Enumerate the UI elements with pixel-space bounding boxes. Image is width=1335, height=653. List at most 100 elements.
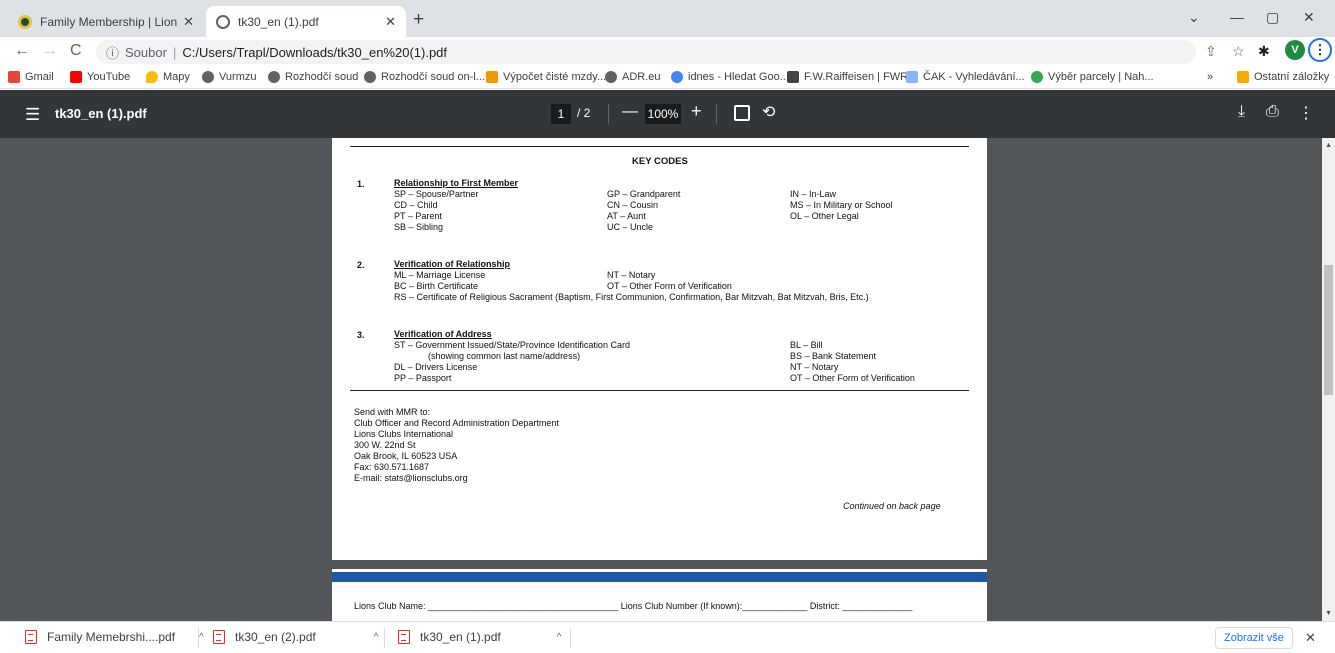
code-item: MS – In Military or School <box>790 200 893 210</box>
code-item: PP – Passport <box>394 373 452 383</box>
address-scheme: Soubor <box>125 44 167 60</box>
share-icon[interactable]: ⇪ <box>1205 43 1217 60</box>
bookmark-vyber-parcely[interactable]: Výběr parcely | Nah... <box>1031 71 1154 83</box>
scrollbar-thumb[interactable] <box>1324 265 1333 395</box>
zoom-in-button[interactable]: + <box>691 101 702 122</box>
bookmark-mapy[interactable]: Mapy <box>146 71 190 83</box>
address-line: Oak Brook, IL 60523 USA <box>354 451 458 461</box>
zoom-input[interactable]: 100% <box>645 104 681 124</box>
bookmark-vurmzu[interactable]: Vurmzu <box>202 71 257 83</box>
chevron-up-icon[interactable]: ^ <box>557 632 562 643</box>
pdf-viewer[interactable]: KEY CODES 1. Relationship to First Membe… <box>0 138 1335 621</box>
tab-search-icon[interactable]: ⌄ <box>1188 9 1200 26</box>
address-line: E-mail: stats@lionsclubs.org <box>354 473 468 483</box>
download-filename: tk30_en (1).pdf <box>420 630 501 644</box>
lions-logo-icon <box>18 14 32 29</box>
code-item: IN – In-Law <box>790 189 837 199</box>
section-number: 2. <box>357 260 365 270</box>
code-item: CN – Cousin <box>607 200 659 210</box>
code-item: SB – Sibling <box>394 222 444 232</box>
bookmark-adr[interactable]: ADR.eu <box>605 71 661 83</box>
show-all-downloads-button[interactable]: Zobrazit vše <box>1215 627 1293 649</box>
code-item: CD – Child <box>394 200 438 210</box>
bookmark-rozhodci-soud[interactable]: Rozhodčí soud <box>268 71 358 83</box>
restore-button[interactable]: ▢ <box>1266 9 1279 26</box>
code-item: OL – Other Legal <box>790 211 859 221</box>
chevron-up-icon[interactable]: ^ <box>374 632 379 643</box>
pdf-file-icon <box>398 630 410 644</box>
address-url[interactable]: C:/Users/Trapl/Downloads/tk30_en%20(1).p… <box>182 45 447 60</box>
hamburger-menu-icon[interactable]: ☰ <box>25 105 40 125</box>
divider <box>570 628 571 648</box>
download-icon[interactable]: ⤓ <box>1238 103 1245 121</box>
page-total: / 2 <box>577 106 591 120</box>
code-item: NT – Notary <box>790 362 839 372</box>
page-number-input[interactable]: 1 <box>551 104 571 124</box>
bookmark-rozhodci-soud-online[interactable]: Rozhodčí soud on-l... <box>364 71 485 83</box>
bookmarks-overflow-button[interactable]: » <box>1207 71 1213 83</box>
section-title: Verification of Address <box>394 329 492 339</box>
forward-button[interactable]: → <box>42 42 58 60</box>
close-window-button[interactable]: ✕ <box>1303 9 1315 26</box>
bookmark-gmail[interactable]: Gmail <box>8 71 54 83</box>
chevron-up-icon[interactable]: ^ <box>199 632 204 643</box>
close-downloads-bar-button[interactable]: ✕ <box>1305 630 1316 646</box>
code-item: RS – Certificate of Religious Sacrament … <box>394 292 869 302</box>
globe-icon <box>268 71 280 83</box>
tab-close-icon[interactable]: ✕ <box>183 14 194 30</box>
tab-family-membership[interactable]: Family Membership | Lions Clubs ✕ <box>8 6 204 37</box>
calculator-icon <box>486 71 498 83</box>
tab-pdf[interactable]: tk30_en (1).pdf ✕ <box>206 6 406 37</box>
document-icon <box>906 71 918 83</box>
new-tab-button[interactable]: + <box>413 9 424 31</box>
scroll-up-icon[interactable]: ▲ <box>1325 142 1332 149</box>
fit-page-icon[interactable] <box>734 105 750 121</box>
cadastre-icon <box>1031 71 1043 83</box>
scrollbar[interactable]: ▲ ▼ <box>1322 138 1335 621</box>
bookmark-cak[interactable]: ČAK - Vyhledávání... <box>906 71 1025 83</box>
divider <box>350 146 969 147</box>
globe-icon <box>364 71 376 83</box>
code-item: OT – Other Form of Verification <box>790 373 915 383</box>
section-title: Relationship to First Member <box>394 178 519 188</box>
gmail-icon <box>8 71 20 83</box>
section-number: 3. <box>357 330 365 340</box>
profile-avatar[interactable]: V <box>1285 40 1305 60</box>
back-button[interactable]: ← <box>14 42 30 60</box>
download-item[interactable]: Family Memebrshi....pdf ^ <box>25 630 204 644</box>
browser-menu-button[interactable]: ⋮ <box>1308 38 1332 62</box>
folder-icon <box>1237 71 1249 83</box>
scroll-down-icon[interactable]: ▼ <box>1325 610 1332 617</box>
code-item-note: (showing common last name/address) <box>428 351 581 361</box>
google-icon <box>671 71 683 83</box>
bookmark-youtube[interactable]: YouTube <box>70 71 130 83</box>
code-item: SP – Spouse/Partner <box>394 189 479 199</box>
tab-close-icon[interactable]: ✕ <box>385 14 396 30</box>
address-line: Lions Clubs International <box>354 429 454 439</box>
download-item[interactable]: tk30_en (2).pdf ^ <box>213 630 378 644</box>
address-line: Send with MMR to: <box>354 407 431 417</box>
download-filename: Family Memebrshi....pdf <box>47 630 176 644</box>
extensions-icon[interactable]: ✱ <box>1258 43 1270 60</box>
download-item[interactable]: tk30_en (1).pdf ^ <box>398 630 561 644</box>
info-icon[interactable]: ⓘ <box>106 43 119 62</box>
other-bookmarks-folder[interactable]: Ostatní záložky <box>1237 71 1329 83</box>
print-icon[interactable]: ⎙ <box>1266 103 1279 121</box>
bookmark-vypocet-mzdy[interactable]: Výpočet čisté mzdy... <box>486 71 606 83</box>
more-options-icon[interactable]: ⋮ <box>1298 103 1314 123</box>
raiffeisen-icon <box>787 71 799 83</box>
rotate-icon[interactable]: ⟲ <box>762 102 775 122</box>
code-item: AT – Aunt <box>607 211 646 221</box>
code-item: UC – Uncle <box>607 222 654 232</box>
bookmark-idnes[interactable]: idnes - Hledat Goo... <box>671 71 789 83</box>
reload-button[interactable]: C <box>70 42 82 60</box>
address-bar[interactable]: ⓘ Soubor | C:/Users/Trapl/Downloads/tk30… <box>96 40 1196 64</box>
code-item: BL – Bill <box>790 340 823 350</box>
address-line: Club Officer and Record Administration D… <box>354 418 559 428</box>
bookmark-raiffeisen[interactable]: F.W.Raiffeisen | FWR <box>787 71 908 83</box>
minimize-button[interactable]: — <box>1230 9 1244 25</box>
bookmarks-bar: Gmail YouTube Mapy Vurmzu Rozhodčí soud … <box>0 67 1335 89</box>
zoom-out-button[interactable]: — <box>622 103 638 121</box>
bookmark-star-icon[interactable]: ☆ <box>1232 43 1245 60</box>
globe-icon <box>605 71 617 83</box>
